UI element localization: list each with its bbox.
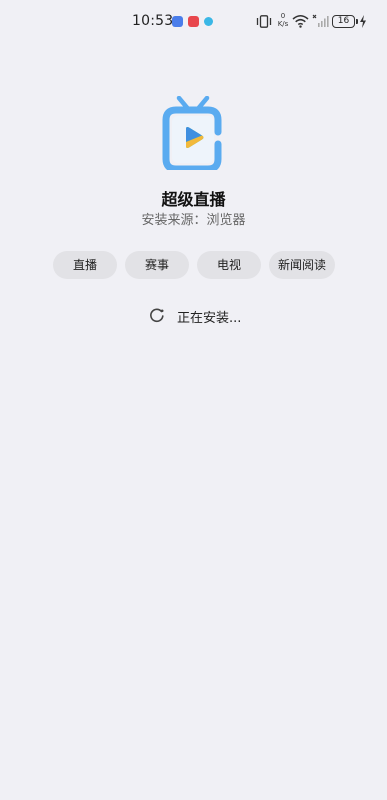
net-speed-value: 0 — [280, 12, 286, 20]
notification-app-icon — [172, 16, 183, 27]
wifi-icon — [292, 15, 309, 28]
install-screen: 10:53 0 K/s 16 超级直播 安装来源：浏览器 直播 赛事 电视 新闻… — [0, 0, 387, 800]
category-tags: 直播 赛事 电视 新闻阅读 — [0, 251, 387, 279]
loading-spinner-icon — [150, 308, 164, 323]
install-source-value: 浏览器 — [206, 213, 246, 228]
install-source: 安装来源：浏览器 — [0, 209, 387, 228]
install-status-text: 正在安装... — [177, 311, 242, 326]
battery-icon: 16 — [332, 15, 358, 28]
category-tag: 新闻阅读 — [269, 251, 335, 279]
install-source-label: 安装来源： — [141, 213, 207, 228]
status-bar: 10:53 0 K/s 16 — [0, 0, 387, 44]
charging-icon — [360, 15, 366, 28]
category-tag: 电视 — [197, 251, 261, 279]
category-tag: 赛事 — [125, 251, 189, 279]
tv-app-icon — [162, 96, 222, 170]
signal-icon — [312, 14, 329, 27]
notification-app-icon — [204, 17, 213, 26]
category-tag: 直播 — [53, 251, 117, 279]
vibrate-icon — [256, 15, 272, 28]
status-time: 10:53 — [132, 13, 174, 29]
net-speed: 0 K/s — [276, 12, 290, 28]
app-name: 超级直播 — [161, 190, 226, 209]
net-speed-unit: K/s — [277, 20, 289, 28]
notification-app-icon — [188, 16, 199, 27]
